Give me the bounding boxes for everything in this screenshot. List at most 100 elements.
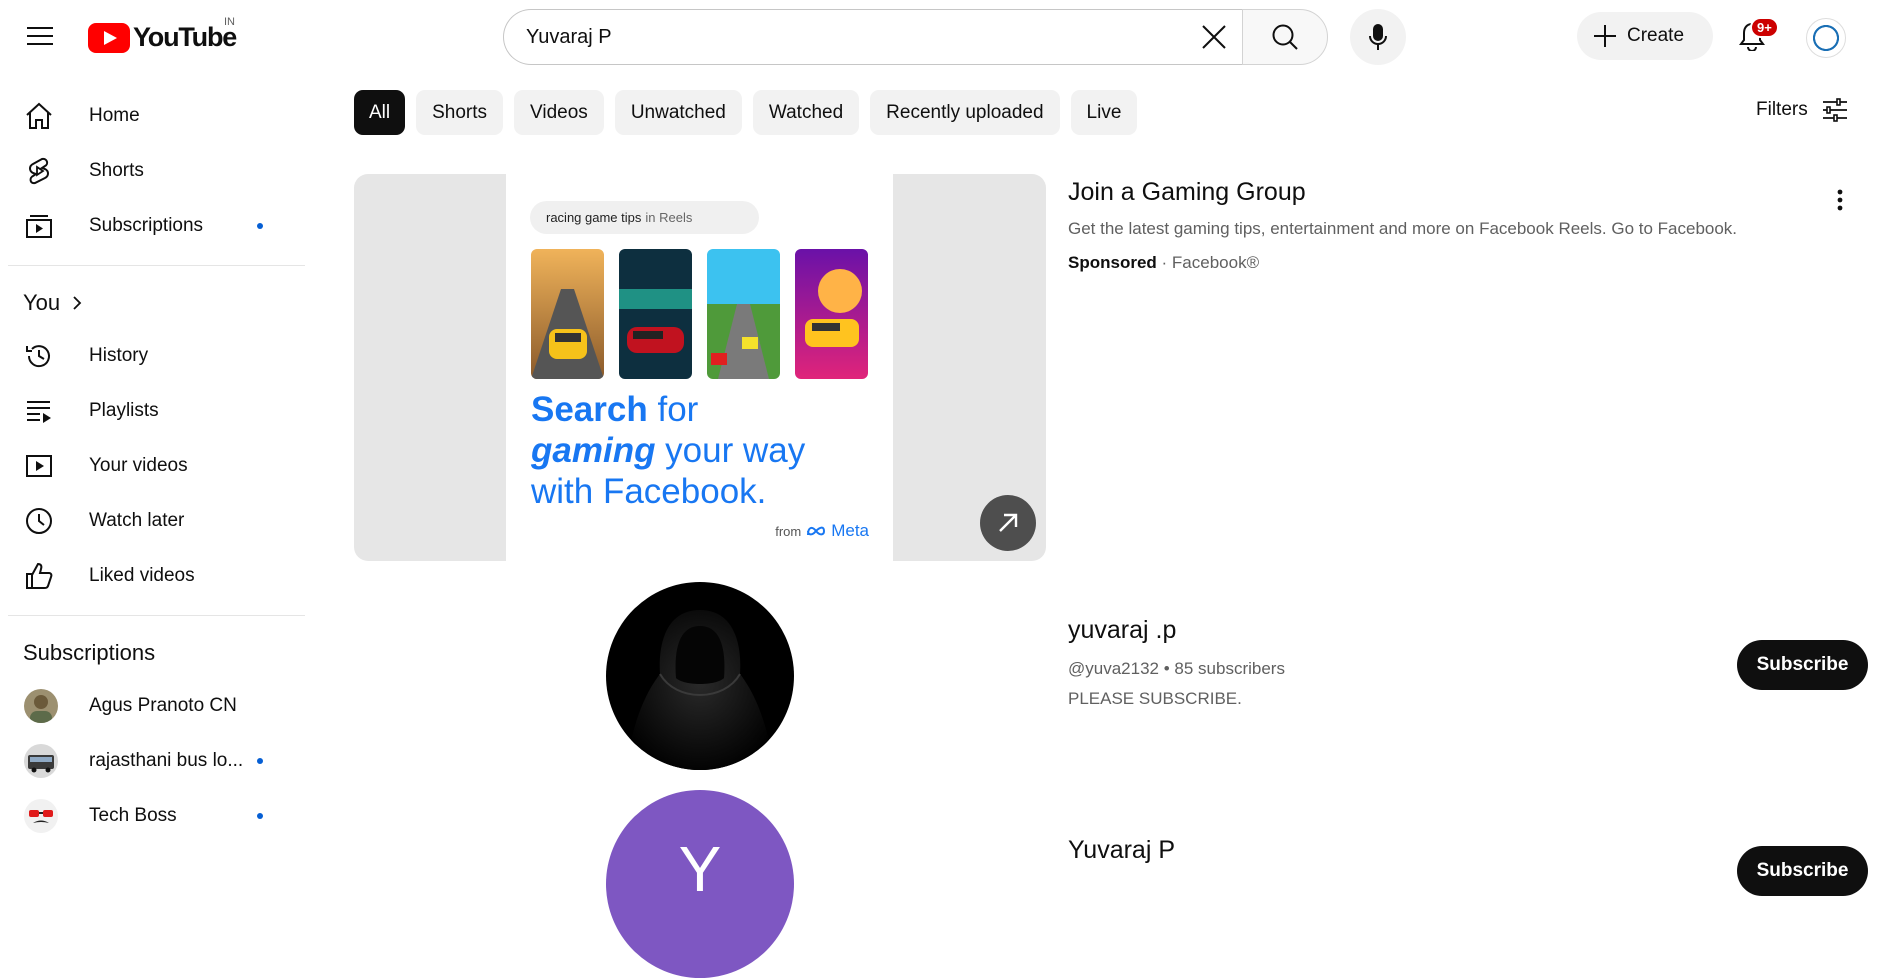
logo-text: YouTube: [133, 22, 237, 52]
advertiser-name[interactable]: Facebook®: [1172, 253, 1259, 272]
search-button[interactable]: [1242, 9, 1328, 65]
liked-videos-icon: [24, 561, 54, 591]
sidebar-item-label: Playlists: [89, 399, 159, 421]
new-content-dot: [257, 223, 263, 229]
channel-name[interactable]: Yuvaraj P: [1068, 836, 1175, 865]
sidebar-item-shorts[interactable]: Shorts: [0, 143, 310, 198]
sidebar-item-label: Agus Pranoto CN: [89, 694, 237, 716]
chip-live[interactable]: Live: [1070, 90, 1138, 135]
ad-headline-for: for: [647, 390, 699, 429]
watch-later-icon: [24, 506, 54, 536]
guide-menu-button[interactable]: [20, 16, 60, 56]
channel-details: Yuvaraj P: [1068, 836, 1175, 865]
ad-game-tiles: [531, 249, 868, 379]
ad-meta-label: Meta: [831, 521, 869, 540]
create-label: Create: [1627, 25, 1685, 46]
open-external-button[interactable]: [980, 495, 1036, 551]
youtube-play-icon: [88, 22, 130, 53]
subscriptions-icon: [24, 211, 54, 241]
sidebar-item-label: Watch later: [89, 509, 185, 531]
new-content-dot: [257, 758, 263, 764]
ad-headline: Search for gaming your way with Facebook…: [531, 389, 805, 512]
filters-label: Filters: [1756, 99, 1808, 120]
masthead: YouTube IN Yuvaraj P Create 9+: [0, 0, 1880, 70]
chip-unwatched[interactable]: Unwatched: [614, 90, 742, 135]
your-videos-icon: [24, 451, 54, 481]
notification-badge: 9+: [1750, 17, 1779, 38]
search-bar: Yuvaraj P: [503, 9, 1328, 65]
sidebar-item-playlists[interactable]: Playlists: [0, 383, 310, 438]
guide-sidebar: Home Shorts Subscriptions You History Pl…: [0, 88, 310, 843]
arrow-up-right-icon: [999, 513, 1018, 532]
filters-button[interactable]: Filters: [1756, 98, 1848, 122]
ad-from-meta: from Meta: [775, 521, 869, 541]
more-actions-button[interactable]: [1822, 182, 1858, 218]
plus-icon: [1594, 25, 1616, 47]
sidebar-divider: [8, 615, 305, 616]
subscribe-button[interactable]: Subscribe: [1737, 846, 1868, 896]
search-input[interactable]: Yuvaraj P: [503, 9, 1242, 65]
history-icon: [24, 341, 54, 371]
voice-search-button[interactable]: [1350, 9, 1406, 65]
channel-avatar: [24, 743, 58, 778]
channel-name[interactable]: yuvaraj .p: [1068, 616, 1285, 645]
chevron-right-icon: [72, 295, 82, 311]
channel-avatar-large[interactable]: [606, 582, 794, 770]
ad-thumbnail[interactable]: racing game tips in Reels Search for gam…: [354, 174, 1046, 561]
sidebar-item-label: Subscriptions: [89, 214, 204, 236]
subscriptions-heading-text: Subscriptions: [23, 640, 156, 665]
ad-headline-search: Search: [531, 390, 648, 429]
sidebar-item-watch-later[interactable]: Watch later: [0, 493, 310, 548]
sidebar-item-label: Home: [89, 104, 140, 126]
racing-tile-image: [619, 249, 692, 379]
create-button[interactable]: Create: [1577, 12, 1713, 60]
sidebar-item-history[interactable]: History: [0, 328, 310, 383]
you-heading-text: You: [23, 290, 61, 315]
sidebar-item-label: Tech Boss: [89, 804, 177, 826]
shorts-icon: [24, 156, 54, 186]
sidebar-item-liked-videos[interactable]: Liked videos: [0, 548, 310, 603]
chip-all[interactable]: All: [354, 90, 406, 135]
you-section-heading[interactable]: You: [0, 278, 310, 328]
ad-from-label: from: [775, 523, 802, 539]
subscribe-button[interactable]: Subscribe: [1737, 640, 1868, 690]
sidebar-item-label: Your videos: [89, 454, 188, 476]
meta-logo-icon: [807, 526, 826, 536]
racing-tile-image: [795, 249, 868, 379]
country-code: IN: [224, 16, 235, 28]
subscription-item[interactable]: Tech Boss: [0, 788, 310, 843]
sidebar-item-subscriptions[interactable]: Subscriptions: [0, 198, 310, 253]
ad-title[interactable]: Join a Gaming Group: [1068, 178, 1758, 207]
ad-details: Join a Gaming Group Get the latest gamin…: [1068, 178, 1758, 273]
ad-headline-your-way: your way: [655, 431, 806, 470]
racing-tile-image: [707, 249, 780, 379]
chip-recently-uploaded[interactable]: Recently uploaded: [870, 90, 1060, 135]
chip-watched[interactable]: Watched: [752, 90, 860, 135]
new-content-dot: [257, 813, 263, 819]
ad-headline-gaming: gaming: [531, 431, 656, 470]
ad-creative: racing game tips in Reels Search for gam…: [506, 174, 893, 561]
sidebar-divider: [8, 265, 305, 266]
subscription-item[interactable]: Agus Pranoto CN: [0, 678, 310, 733]
clear-search-button[interactable]: [1186, 10, 1242, 64]
subscription-item[interactable]: rajasthani bus lo...: [0, 733, 310, 788]
home-icon: [24, 101, 54, 131]
filter-sliders-icon: [1822, 98, 1847, 122]
chip-videos[interactable]: Videos: [514, 90, 604, 135]
sidebar-item-your-videos[interactable]: Your videos: [0, 438, 310, 493]
subscriptions-section-heading: Subscriptions: [0, 628, 310, 678]
close-icon: [1202, 25, 1226, 49]
sidebar-item-home[interactable]: Home: [0, 88, 310, 143]
sidebar-item-label: rajasthani bus lo...: [89, 749, 244, 771]
channel-avatar-large[interactable]: Y: [606, 790, 794, 978]
channel-details: yuvaraj .p @yuva2132 • 85 subscribers PL…: [1068, 616, 1285, 709]
search-query-text[interactable]: Yuvaraj P: [526, 26, 1186, 49]
microphone-icon: [1369, 24, 1387, 50]
account-avatar[interactable]: [1806, 18, 1846, 58]
sidebar-item-label: History: [89, 344, 149, 366]
chip-shorts[interactable]: Shorts: [416, 90, 504, 135]
search-icon: [1272, 24, 1298, 50]
hamburger-icon: [27, 27, 53, 45]
filter-chips-bar: All Shorts Videos Unwatched Watched Rece…: [354, 90, 1138, 135]
youtube-logo[interactable]: YouTube: [88, 22, 237, 53]
